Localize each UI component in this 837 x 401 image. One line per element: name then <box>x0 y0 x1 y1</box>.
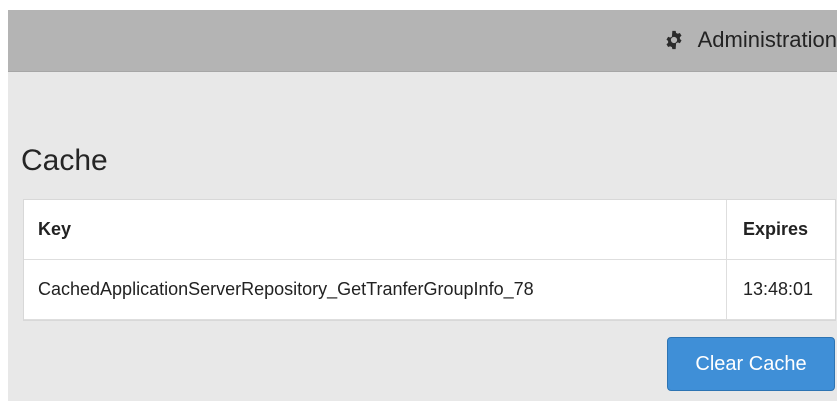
table-header-row: Key Expires <box>24 200 835 260</box>
cache-key-cell: CachedApplicationServerRepository_GetTra… <box>24 259 727 320</box>
column-header-key: Key <box>24 200 727 260</box>
table-row: CachedApplicationServerRepository_GetTra… <box>24 259 835 320</box>
top-bar: Administration <box>8 10 837 72</box>
administration-label: Administration <box>697 27 837 52</box>
administration-menu[interactable]: Administration <box>663 23 837 57</box>
gear-icon <box>663 29 685 51</box>
cache-table-panel: Key Expires CachedApplicationServerRepos… <box>23 199 836 321</box>
cache-table: Key Expires CachedApplicationServerRepos… <box>24 200 835 320</box>
cache-expires-cell: 13:48:01 <box>726 259 835 320</box>
page-title: Cache <box>21 144 108 177</box>
app-frame: Administration Cache Key Expires CachedA… <box>8 10 837 401</box>
clear-cache-button[interactable]: Clear Cache <box>667 337 835 391</box>
column-header-expires: Expires <box>726 200 835 260</box>
